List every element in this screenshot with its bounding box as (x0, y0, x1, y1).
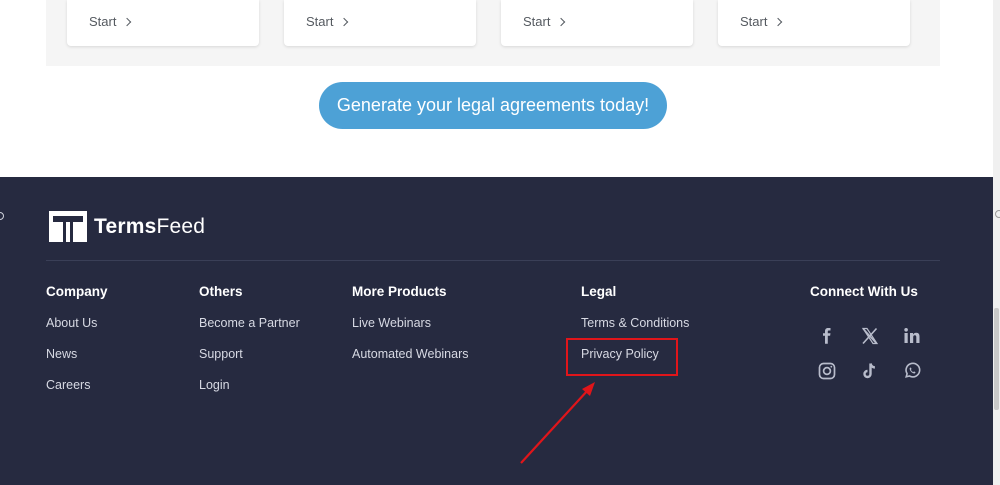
column-heading: Connect With Us (810, 284, 918, 299)
start-link[interactable]: Start (523, 14, 566, 29)
start-label: Start (740, 14, 768, 29)
template-card-2[interactable]: Start (284, 0, 476, 46)
start-link[interactable]: Start (740, 14, 783, 29)
column-heading: Others (199, 284, 243, 299)
start-label: Start (306, 14, 334, 29)
footer-link-about-us[interactable]: About Us (46, 316, 108, 330)
generate-agreements-button[interactable]: Generate your legal agreements today! (319, 82, 667, 129)
footer-link-support[interactable]: Support (199, 347, 300, 361)
footer-link-automated-webinars[interactable]: Automated Webinars (352, 347, 469, 361)
column-heading: More Products (352, 284, 447, 299)
footer-link-login[interactable]: Login (199, 378, 300, 392)
x-icon[interactable] (855, 323, 885, 349)
footer-link-terms-conditions[interactable]: Terms & Conditions (581, 316, 689, 330)
instagram-icon[interactable] (812, 358, 842, 384)
column-heading: Legal (581, 284, 617, 299)
footer-column-more-products: More Products Live Webinars Automated We… (352, 285, 469, 378)
start-link[interactable]: Start (306, 14, 349, 29)
footer-link-news[interactable]: News (46, 347, 108, 361)
whatsapp-icon[interactable] (897, 358, 927, 384)
start-link[interactable]: Start (89, 14, 132, 29)
tiktok-icon[interactable] (855, 358, 885, 384)
footer-column-company: Company About Us News Careers (46, 285, 108, 409)
termsfeed-logo-mark (49, 211, 87, 242)
footer-link-live-webinars[interactable]: Live Webinars (352, 316, 469, 330)
footer-divider (46, 260, 940, 261)
page-scrollbar[interactable] (993, 0, 1000, 485)
template-card-3[interactable]: Start (501, 0, 693, 46)
start-label: Start (523, 14, 551, 29)
chevron-right-icon (557, 17, 566, 27)
scrollbar-thumb[interactable] (994, 308, 999, 410)
linkedin-icon[interactable] (897, 323, 927, 349)
privacy-policy-highlight-box (566, 338, 678, 376)
footer-link-careers[interactable]: Careers (46, 378, 108, 392)
footer-column-others: Others Become a Partner Support Login (199, 285, 300, 409)
facebook-icon[interactable] (812, 323, 842, 349)
footer-link-become-partner[interactable]: Become a Partner (199, 316, 300, 330)
footer-column-connect: Connect With Us (810, 285, 918, 316)
chevron-right-icon (774, 17, 783, 27)
chevron-right-icon (340, 17, 349, 27)
start-label: Start (89, 14, 117, 29)
template-card-4[interactable]: Start (718, 0, 910, 46)
column-heading: Company (46, 284, 108, 299)
chevron-right-icon (123, 17, 132, 27)
brand-name: TermsFeed (94, 214, 206, 238)
edge-circle-icon (995, 210, 1000, 218)
template-card-1[interactable]: Start (67, 0, 259, 46)
termsfeed-logo[interactable]: TermsFeed (49, 211, 205, 242)
